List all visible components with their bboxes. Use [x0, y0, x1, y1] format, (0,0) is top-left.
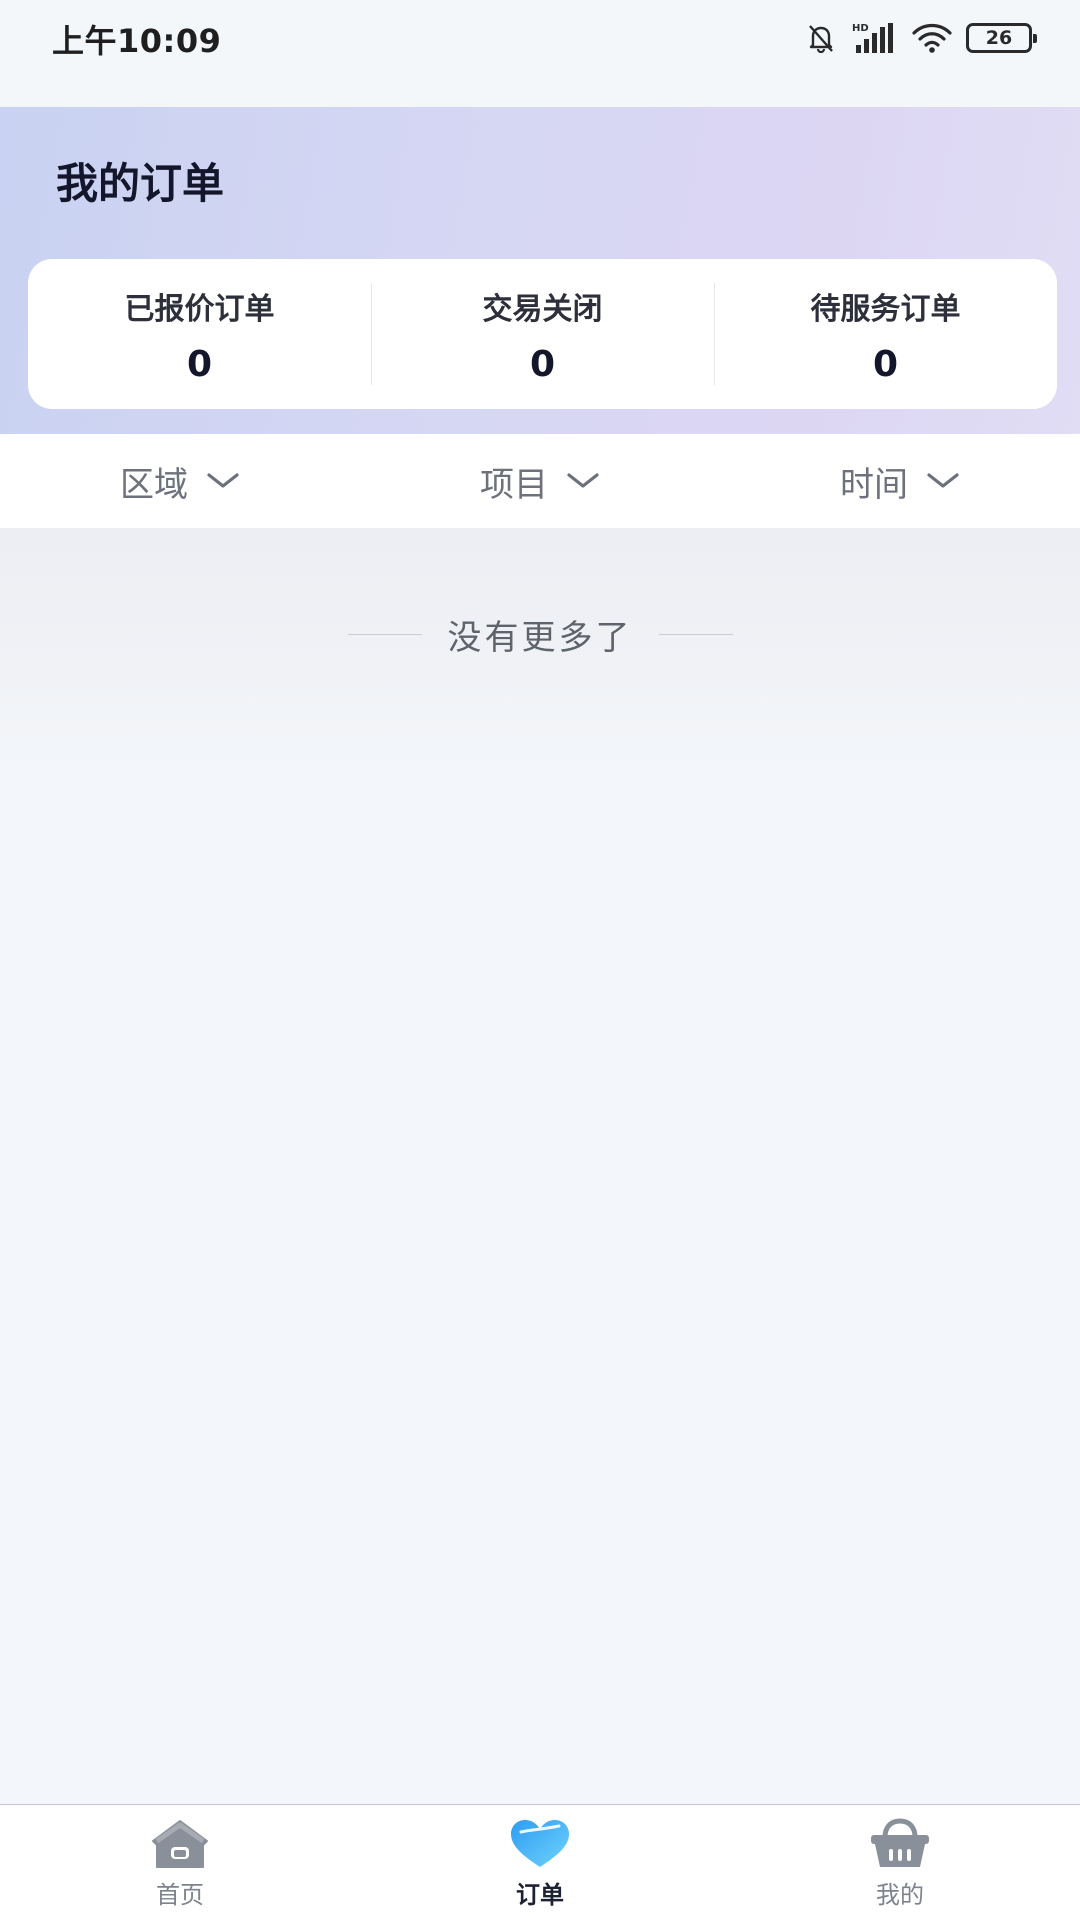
status-bar: 上午10:09 HD 26	[0, 0, 1080, 107]
svg-text:HD: HD	[852, 23, 869, 34]
summary-label: 交易关闭	[482, 291, 603, 327]
hd-signal-icon: HD	[852, 21, 898, 55]
filter-label: 时间	[840, 464, 908, 505]
no-more-text: 没有更多了	[447, 618, 633, 658]
divider-line	[658, 634, 733, 635]
nav-label: 我的	[876, 1881, 924, 1909]
summary-closed-orders[interactable]: 交易关闭 0	[371, 259, 714, 409]
nav-item-orders[interactable]: 订单	[360, 1805, 720, 1920]
filter-label: 区域	[120, 464, 188, 505]
nav-item-mine[interactable]: 我的	[720, 1805, 1080, 1920]
nav-label: 订单	[516, 1881, 564, 1909]
list-end-indicator: 没有更多了	[0, 610, 1080, 659]
summary-count: 0	[529, 343, 556, 385]
page-title: 我的订单	[56, 159, 225, 208]
order-screen: 上午10:09 HD 26 我的订单 已报价订单 0 交易关闭 0 待服务订单 …	[0, 0, 1080, 1920]
status-time: 上午10:09	[52, 22, 222, 60]
heart-icon	[507, 1817, 573, 1871]
summary-label: 已报价订单	[124, 291, 275, 327]
filter-project-dropdown[interactable]: 项目	[360, 434, 720, 528]
home-icon	[149, 1817, 211, 1871]
summary-label: 待服务订单	[810, 291, 961, 327]
wifi-icon	[912, 21, 952, 55]
status-icons: HD 26	[804, 18, 1037, 58]
filter-time-dropdown[interactable]: 时间	[720, 434, 1080, 528]
battery-icon: 26	[966, 23, 1037, 53]
divider-line	[347, 634, 422, 635]
chevron-down-icon	[566, 471, 600, 491]
nav-item-home[interactable]: 首页	[0, 1805, 360, 1920]
order-summary-card: 已报价订单 0 交易关闭 0 待服务订单 0	[28, 259, 1057, 409]
summary-quoted-orders[interactable]: 已报价订单 0	[28, 259, 371, 409]
summary-pending-service-orders[interactable]: 待服务订单 0	[714, 259, 1057, 409]
summary-count: 0	[186, 343, 213, 385]
chevron-down-icon	[926, 471, 960, 491]
nav-label: 首页	[156, 1881, 204, 1909]
bell-muted-icon	[804, 21, 838, 55]
chevron-down-icon	[206, 471, 240, 491]
filter-region-dropdown[interactable]: 区域	[0, 434, 360, 528]
filter-label: 项目	[480, 464, 548, 505]
bottom-nav: 首页 订单 我的	[0, 1804, 1080, 1920]
filter-bar: 区域 项目 时间	[0, 434, 1080, 528]
basket-icon	[867, 1817, 933, 1871]
summary-count: 0	[872, 343, 899, 385]
